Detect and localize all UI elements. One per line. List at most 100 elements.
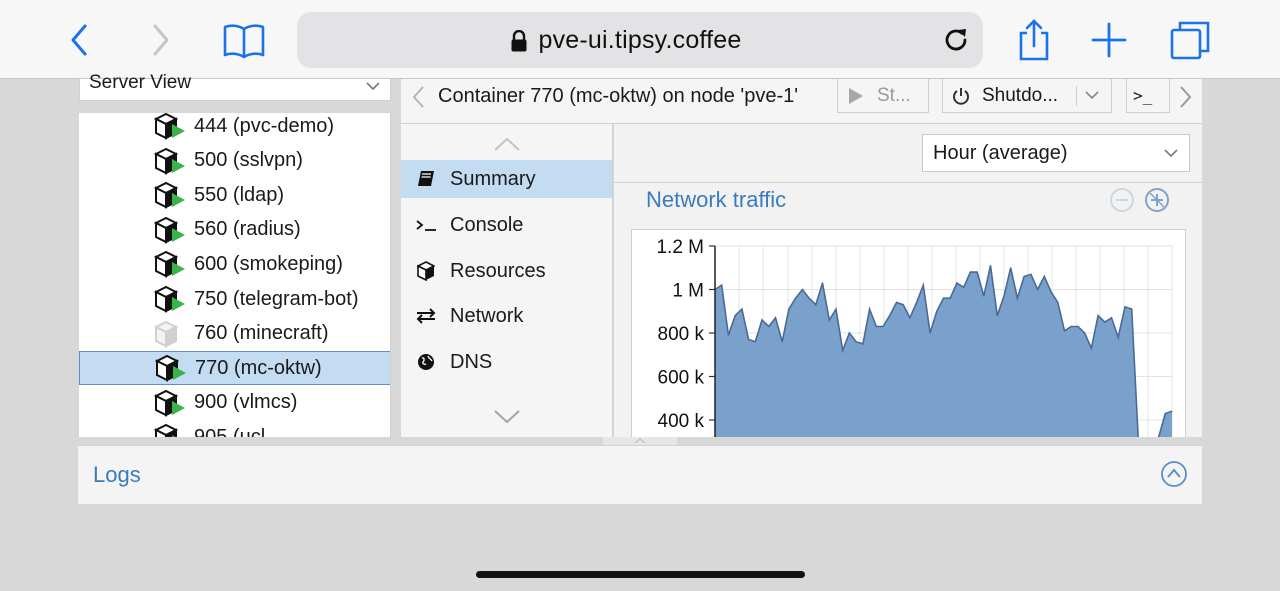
data-point: [916, 301, 918, 304]
split-divider: [1076, 86, 1077, 106]
data-point: [848, 332, 850, 334]
data-point: [1171, 410, 1173, 412]
cube-icon: [415, 261, 437, 281]
tree-item-label: 600 (smokeping): [194, 252, 343, 275]
tree-item[interactable]: 770 (mc-oktw): [79, 351, 390, 386]
scroll-left-icon[interactable]: [409, 85, 429, 109]
console-button[interactable]: >_: [1126, 79, 1170, 113]
tree-item-label: 500 (sslvpn): [194, 149, 303, 172]
new-tab-button[interactable]: [1083, 14, 1135, 66]
back-button[interactable]: [53, 14, 105, 66]
chevron-down-icon[interactable]: [1084, 89, 1100, 103]
data-point: [936, 310, 938, 312]
address-bar[interactable]: pve-ui.tipsy.coffee: [297, 12, 983, 68]
tree-item[interactable]: 600 (smokeping): [79, 247, 390, 281]
y-tick-label: 1.2 M: [656, 237, 704, 258]
panel-resize-handle[interactable]: [603, 437, 677, 445]
nav-item-summary[interactable]: Summary: [401, 160, 612, 198]
nav-item-label: Resources: [450, 259, 546, 282]
power-icon: [953, 87, 969, 105]
tree-item[interactable]: 905 (ucl...: [79, 420, 390, 437]
book-icon: [415, 169, 437, 189]
shutdown-button[interactable]: Shutdo...: [942, 79, 1112, 113]
tree-item[interactable]: 900 (vlmcs): [79, 386, 390, 420]
browser-toolbar: pve-ui.tipsy.coffee: [0, 0, 1280, 79]
nav-item-resources[interactable]: Resources: [401, 252, 612, 290]
tree-item[interactable]: 444 (pvc-demo): [79, 113, 390, 143]
container-running-icon: [154, 355, 186, 382]
chevron-up-icon[interactable]: [493, 136, 521, 152]
container-running-icon: [153, 182, 185, 209]
home-indicator[interactable]: [476, 571, 805, 578]
tree-item[interactable]: 760 (minecraft): [79, 317, 390, 351]
nav-item-network[interactable]: Network: [401, 297, 612, 335]
chart-title: Network traffic: [646, 187, 787, 212]
timeframe-value: Hour (average): [933, 142, 1068, 164]
container-header: Container 770 (mc-oktw) on node 'pve-1' …: [401, 79, 1202, 124]
start-label: St...: [877, 84, 911, 106]
data-point: [922, 284, 924, 286]
data-point: [808, 297, 810, 299]
data-point: [828, 319, 830, 321]
data-point: [781, 341, 783, 343]
data-point: [989, 265, 992, 267]
share-button[interactable]: [1008, 14, 1060, 66]
exchange-icon: [415, 306, 437, 326]
data-point: [842, 349, 844, 351]
data-point: [754, 341, 756, 343]
tree-item-label: 560 (radius): [194, 218, 301, 241]
data-point: [1117, 336, 1119, 338]
tree-item-label: 905 (ucl...: [194, 425, 282, 437]
tree-item-label: 760 (minecraft): [194, 322, 329, 345]
chevron-down-icon[interactable]: [493, 409, 521, 425]
data-point: [1016, 297, 1018, 299]
data-point: [1090, 347, 1092, 349]
tabs-button[interactable]: [1164, 14, 1216, 66]
network-traffic-chart[interactable]: 1.2 M 1 M 800 k 600 k 400 k: [631, 229, 1186, 437]
resource-tree[interactable]: 444 (pvc-demo) 500 (sslvpn) 550 (ldap) 560 …: [79, 113, 391, 437]
data-point: [1023, 275, 1025, 278]
data-point: [1104, 321, 1106, 323]
tree-item-label: 770 (mc-oktw): [195, 356, 322, 379]
console-label: >_: [1133, 86, 1153, 105]
zoom-reset-icon[interactable]: [1144, 187, 1170, 213]
container-running-icon: [153, 389, 185, 417]
container-running-icon: [153, 113, 185, 140]
reload-icon[interactable]: [941, 25, 971, 55]
share-icon: [1019, 19, 1049, 61]
nav-item-label: DNS: [450, 350, 493, 373]
tree-item[interactable]: 560 (radius): [79, 213, 390, 247]
data-point: [727, 334, 729, 336]
data-point: [942, 297, 945, 299]
shutdown-label: Shutdo...: [982, 84, 1059, 106]
forward-button[interactable]: [135, 14, 187, 66]
data-point: [734, 315, 736, 317]
tree-item[interactable]: 750 (telegram-bot): [79, 282, 390, 316]
timeframe-select[interactable]: Hour (average): [922, 134, 1190, 172]
zoom-out-icon[interactable]: [1109, 187, 1135, 213]
tree-item[interactable]: 550 (ldap): [79, 178, 390, 212]
data-point: [996, 315, 998, 317]
bookmarks-button[interactable]: [218, 14, 270, 66]
data-point: [1003, 295, 1005, 297]
scroll-right-icon[interactable]: [1175, 85, 1195, 109]
tree-item[interactable]: 500 (sslvpn): [79, 144, 390, 178]
data-point: [1077, 325, 1079, 328]
data-point: [956, 282, 958, 284]
series-area: [715, 265, 1172, 437]
tree-item-label: 444 (pvc-demo): [194, 114, 335, 137]
view-selector[interactable]: Server View: [79, 73, 391, 101]
data-point: [748, 338, 750, 341]
expand-up-icon[interactable]: [1160, 460, 1188, 488]
nav-item-console[interactable]: Console: [401, 206, 612, 244]
y-tick-label: 800 k: [658, 324, 705, 345]
nav-item-dns[interactable]: DNS: [401, 343, 612, 381]
data-point: [976, 271, 978, 273]
start-button[interactable]: St...: [837, 79, 929, 113]
data-point: [882, 325, 884, 328]
container-title: Container 770 (mc-oktw) on node 'pve-1': [438, 85, 799, 107]
logs-title: Logs: [93, 462, 141, 487]
data-point: [875, 325, 877, 328]
data-point: [855, 341, 857, 343]
data-point: [815, 304, 817, 306]
